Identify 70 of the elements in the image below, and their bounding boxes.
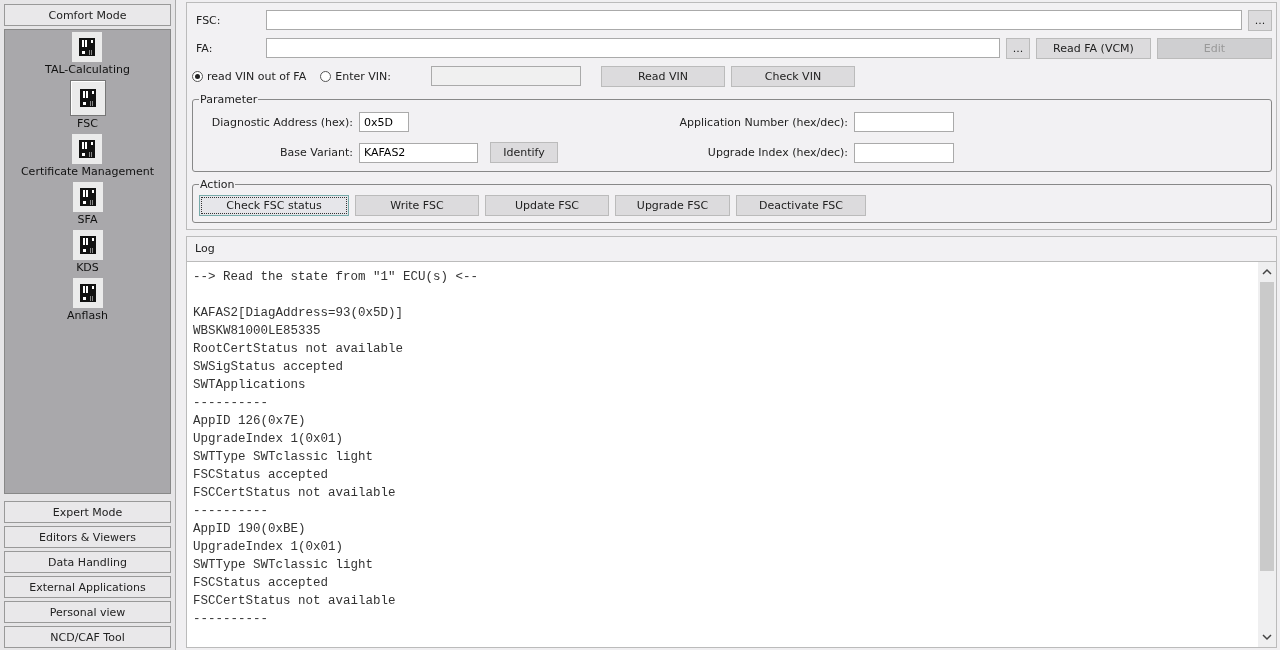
radio-icon[interactable] [192, 70, 203, 82]
field-label: Base Variant: [279, 146, 354, 159]
log-line: SWTType SWTclassic light [193, 558, 374, 572]
log-line: ---------- [193, 396, 268, 410]
comfort-mode-button[interactable]: Comfort Mode [4, 4, 171, 26]
chip-icon[interactable] [72, 182, 103, 212]
log-line: FSCStatus accepted [193, 468, 329, 482]
log-line: --> Read the state from "1" ECU(s) <-- [193, 270, 479, 284]
scroll-down-icon[interactable] [1262, 633, 1272, 641]
group-title: Parameter [199, 93, 259, 106]
scroll-up-icon[interactable] [1262, 268, 1272, 276]
diag-address-field[interactable]: 0x5D [359, 112, 409, 132]
mode-button[interactable]: NCD/CAF Tool [4, 626, 171, 648]
log-line: FSCCertStatus not available [193, 486, 396, 500]
chip-icon[interactable] [72, 134, 103, 164]
action-button[interactable]: Upgrade FSC [615, 195, 730, 216]
action-button[interactable]: Check FSC status [199, 195, 349, 216]
browse-button[interactable]: ... [1006, 37, 1030, 59]
fsc-label: FSC: [195, 13, 222, 27]
check-vin-button[interactable]: Check VIN [730, 65, 855, 87]
browse-button[interactable]: ... [1248, 9, 1272, 31]
vin-radio[interactable]: read VIN out of FA [192, 69, 307, 83]
upgrade-index-field[interactable] [854, 142, 954, 163]
mode-button[interactable]: Expert Mode [4, 501, 171, 523]
fa-input-field[interactable] [266, 38, 1000, 58]
field-label: Diagnostic Address (hex): [210, 115, 354, 129]
log-line: SWSigStatus accepted [193, 360, 344, 374]
log-line: FSCCertStatus not available [193, 594, 396, 608]
chip-icon[interactable] [72, 32, 103, 62]
tool-label[interactable]: Certificate Management [20, 165, 155, 178]
tool-label[interactable]: KDS [76, 261, 99, 274]
action-button[interactable]: Update FSC [485, 195, 609, 216]
tool-label[interactable]: TAL-Calculating [45, 63, 130, 76]
log-line: RootCertStatus not available [193, 342, 404, 356]
log-line: UpgradeIndex 1(0x01) [193, 540, 344, 554]
action-button[interactable]: Write FSC [355, 195, 479, 216]
fsc-input-field[interactable] [266, 10, 1242, 30]
tool-label[interactable]: FSC [77, 117, 98, 130]
log-line: AppID 190(0xBE) [193, 522, 306, 536]
mode-button[interactable]: Personal view [4, 601, 171, 623]
identify-button[interactable]: Identify [490, 142, 558, 163]
mode-button[interactable]: Data Handling [4, 551, 171, 573]
log-line: SWTType SWTclassic light [193, 450, 374, 464]
chip-icon[interactable] [72, 230, 103, 260]
log-line: SWTApplications [193, 378, 306, 392]
app-number-field[interactable] [854, 112, 954, 132]
scrollbar-thumb[interactable] [1260, 282, 1274, 571]
action-button[interactable]: Deactivate FSC [736, 195, 866, 216]
log-line: KAFAS2[DiagAddress=93(0x5D)] [193, 306, 404, 320]
log-line: UpgradeIndex 1(0x01) [193, 432, 344, 446]
tool-label[interactable]: SFA [77, 213, 98, 226]
radio-icon[interactable] [320, 70, 332, 82]
tool-label[interactable]: Anflash [67, 309, 108, 322]
log-line: WBSKW81000LE85335 [193, 324, 321, 338]
read-vin-button[interactable]: Read VIN [600, 65, 725, 87]
group-title: Action [199, 178, 236, 191]
field-label: Application Number (hex/dec): [678, 115, 849, 129]
log-line: ---------- [193, 504, 268, 518]
chip-icon[interactable] [72, 278, 103, 308]
base-variant-field[interactable]: KAFAS2 [359, 142, 478, 163]
mode-button[interactable]: Editors & Viewers [4, 526, 171, 548]
field-label: Upgrade Index (hex/dec): [706, 146, 849, 159]
chip-icon[interactable] [69, 80, 106, 116]
log-line: AppID 126(0x7E) [193, 414, 306, 428]
vin-radio[interactable]: Enter VIN: [320, 69, 391, 83]
log-line: FSCStatus accepted [193, 576, 329, 590]
mode-button[interactable]: External Applications [4, 576, 171, 598]
fa-label: FA: [195, 41, 214, 55]
read-fa-button[interactable]: Read FA (VCM) [1036, 37, 1151, 59]
log-line: ---------- [193, 612, 268, 626]
